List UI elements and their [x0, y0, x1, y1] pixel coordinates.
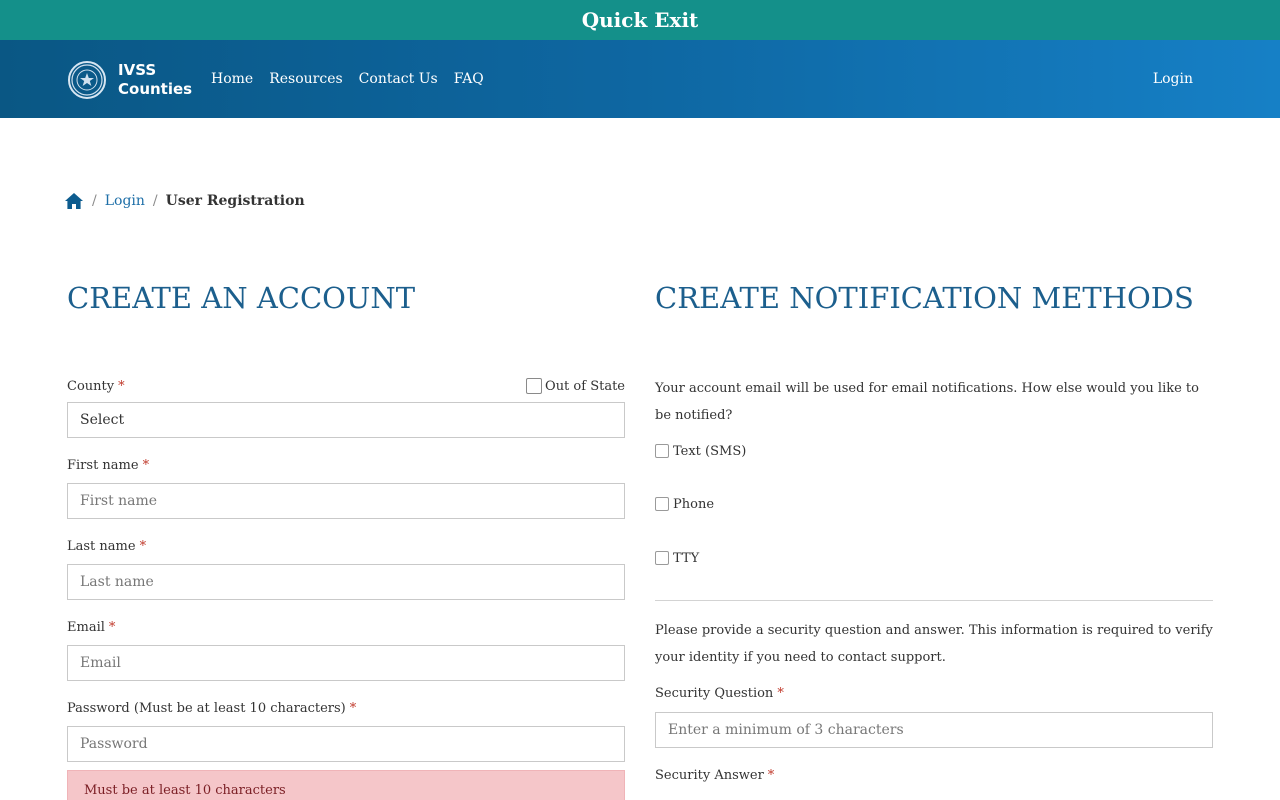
method-phone-label: Phone	[673, 496, 715, 512]
first-name-field: First name *	[67, 455, 625, 519]
county-select[interactable]: Select	[67, 402, 625, 438]
quick-exit-button[interactable]: Quick Exit	[0, 0, 1280, 40]
breadcrumb-current: User Registration	[165, 193, 305, 209]
county-label: County *	[67, 378, 125, 394]
top-navbar: IVSS Counties Home Resources Contact Us …	[0, 40, 1280, 118]
breadcrumb: / Login / User Registration	[64, 191, 305, 211]
breadcrumb-separator: /	[92, 193, 97, 209]
method-phone-checkbox[interactable]: Phone	[655, 494, 1213, 514]
required-mark: *	[349, 700, 357, 716]
notifications-intro: Your account email will be used for emai…	[655, 381, 1199, 423]
email-field: Email *	[67, 617, 625, 681]
security-intro: Please provide a security question and a…	[655, 623, 1213, 665]
email-label: Email *	[67, 619, 116, 635]
last-name-input[interactable]	[67, 564, 625, 600]
section-divider	[655, 600, 1213, 601]
out-of-state-checkbox[interactable]: Out of State	[526, 378, 625, 394]
required-mark: *	[118, 378, 125, 394]
out-of-state-label: Out of State	[545, 378, 625, 394]
home-icon	[65, 193, 83, 209]
brand-logo-link[interactable]: IVSS Counties	[68, 60, 198, 100]
method-sms-checkbox[interactable]: Text (SMS)	[655, 441, 1213, 461]
password-error-message: Must be at least 10 characters	[67, 770, 625, 800]
security-question-label: Security Question *	[655, 685, 784, 701]
password-label: Password (Must be at least 10 characters…	[67, 700, 357, 716]
breadcrumb-home-link[interactable]	[64, 191, 84, 211]
county-field: County * Out of State Select	[67, 376, 625, 438]
checkbox-box[interactable]	[655, 551, 669, 565]
state-seal-icon	[68, 61, 106, 99]
last-name-field: Last name *	[67, 536, 625, 600]
required-mark: *	[777, 685, 784, 701]
required-mark: *	[139, 538, 147, 554]
method-tty-label: TTY	[673, 550, 700, 566]
main-nav: Home Resources Contact Us FAQ	[211, 69, 484, 89]
notification-methods-title: CREATE NOTIFICATION METHODS	[655, 281, 1194, 315]
method-tty-checkbox[interactable]: TTY	[655, 548, 1213, 568]
first-name-label: First name *	[67, 457, 150, 473]
breadcrumb-separator: /	[152, 193, 158, 209]
breadcrumb-login-link[interactable]: Login	[105, 193, 145, 209]
create-account-title: CREATE AN ACCOUNT	[67, 281, 416, 315]
brand-line-2: Counties	[118, 80, 193, 98]
password-input[interactable]	[67, 726, 625, 762]
checkbox-box[interactable]	[655, 444, 669, 458]
password-field: Password (Must be at least 10 characters…	[67, 698, 625, 800]
security-question-field: Security Question *	[655, 683, 1213, 748]
create-account-section: CREATE AN ACCOUNT County * Out of State S…	[67, 280, 625, 800]
required-mark: *	[767, 767, 775, 783]
nav-home-link[interactable]: Home	[211, 69, 253, 89]
required-mark: *	[108, 619, 116, 635]
first-name-input[interactable]	[67, 483, 625, 519]
security-answer-label: Security Answer *	[655, 767, 775, 783]
nav-login-link[interactable]: Login	[1153, 69, 1193, 89]
notification-methods-section: CREATE NOTIFICATION METHODS Your account…	[655, 280, 1213, 785]
checkbox-box[interactable]	[526, 378, 543, 394]
security-question-input[interactable]	[655, 712, 1213, 748]
nav-resources-link[interactable]: Resources	[269, 69, 342, 89]
brand-line-1: IVSS	[118, 61, 157, 79]
required-mark: *	[142, 457, 150, 473]
nav-faq-link[interactable]: FAQ	[454, 69, 484, 89]
method-sms-label: Text (SMS)	[673, 443, 747, 459]
checkbox-box[interactable]	[655, 497, 669, 511]
last-name-label: Last name *	[67, 538, 147, 554]
nav-contact-us-link[interactable]: Contact Us	[359, 69, 438, 89]
brand-name: IVSS Counties	[118, 61, 198, 99]
security-answer-field: Security Answer *	[655, 765, 1213, 785]
email-input[interactable]	[67, 645, 625, 681]
